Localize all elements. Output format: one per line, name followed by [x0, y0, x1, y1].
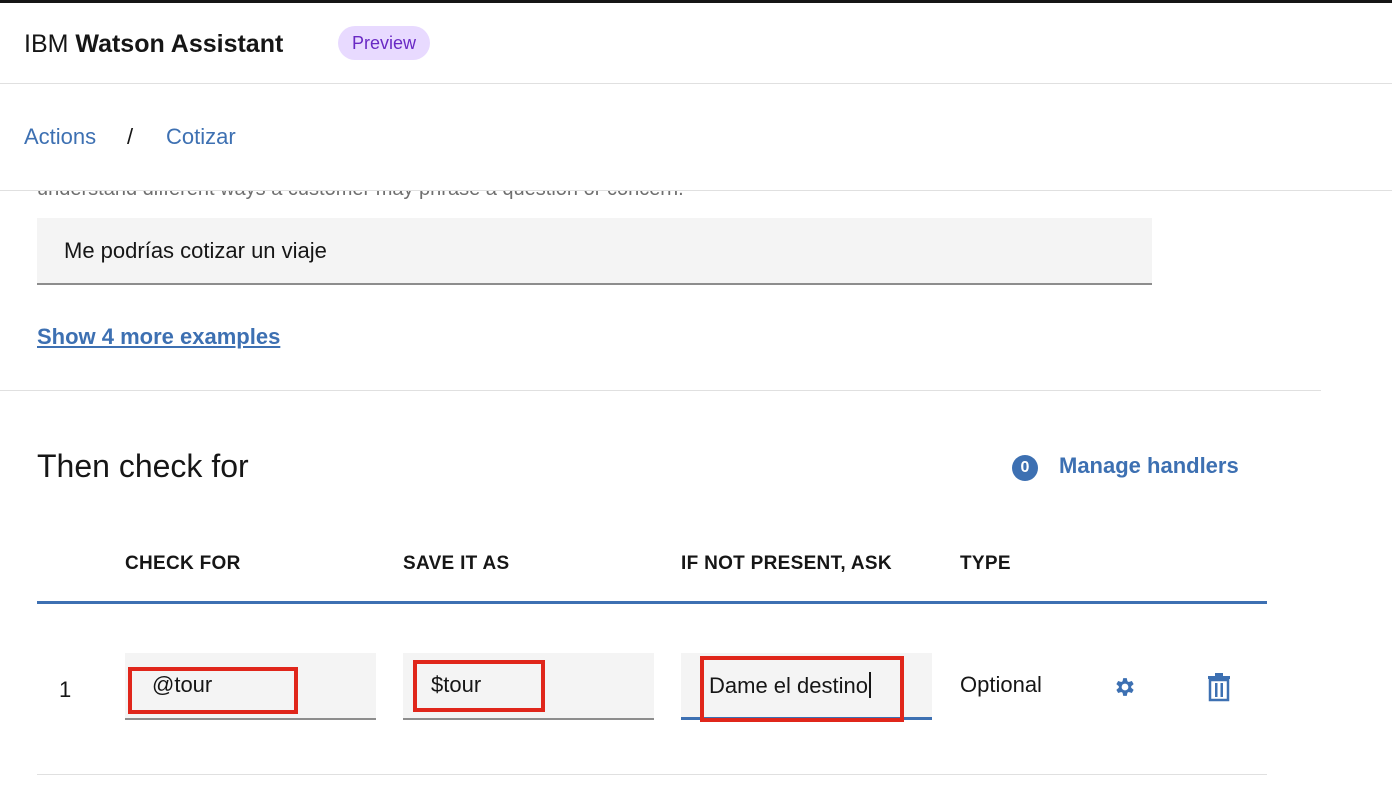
column-header-if-not-present: IF NOT PRESENT, ASK: [681, 553, 892, 574]
app-header: IBM Watson Assistant Preview: [0, 3, 1392, 84]
section-title: Then check for: [37, 448, 249, 484]
breadcrumb: Actions / Cotizar: [0, 84, 1392, 191]
ask-prompt-value: Dame el destino: [709, 673, 868, 698]
breadcrumb-separator: /: [127, 124, 134, 149]
example-phrase-input[interactable]: Me podrías cotizar un viaje: [37, 218, 1152, 285]
save-as-value: $tour: [431, 672, 482, 697]
check-for-input[interactable]: @tour: [125, 653, 376, 720]
save-as-input[interactable]: $tour: [403, 653, 654, 720]
ask-prompt-input[interactable]: Dame el destino: [681, 653, 932, 720]
manage-handlers-button[interactable]: Manage handlers: [1059, 453, 1239, 479]
preview-badge: Preview: [338, 26, 431, 60]
ask-prompt-text: Dame el destino: [709, 672, 871, 699]
column-header-type: TYPE: [960, 553, 1011, 574]
gear-icon: [1116, 678, 1134, 696]
brand-prefix: IBM: [24, 30, 69, 58]
example-phrase-value: Me podrías cotizar un viaje: [64, 238, 327, 263]
handler-count-badge: 0: [1012, 455, 1038, 481]
app-brand[interactable]: IBM Watson Assistant: [24, 30, 283, 59]
brand-name: Watson Assistant: [75, 30, 284, 58]
check-for-value: @tour: [152, 672, 213, 697]
breadcrumb-cotizar-link[interactable]: Cotizar: [166, 124, 236, 150]
breadcrumb-actions-link[interactable]: Actions: [24, 124, 96, 150]
table-header-underline: [37, 601, 1267, 604]
text-cursor: [868, 672, 871, 698]
settings-button[interactable]: [1110, 672, 1140, 707]
column-header-save-it-as: SAVE IT AS: [403, 553, 510, 574]
column-header-check-for: CHECK FOR: [125, 553, 241, 574]
section-divider: [0, 390, 1321, 391]
row-divider: [37, 774, 1267, 775]
type-value: Optional: [960, 672, 1042, 697]
show-more-examples-link[interactable]: Show 4 more examples: [37, 324, 280, 350]
delete-button[interactable]: [1206, 672, 1232, 707]
row-number: 1: [59, 677, 72, 702]
trash-icon: [1208, 673, 1230, 702]
